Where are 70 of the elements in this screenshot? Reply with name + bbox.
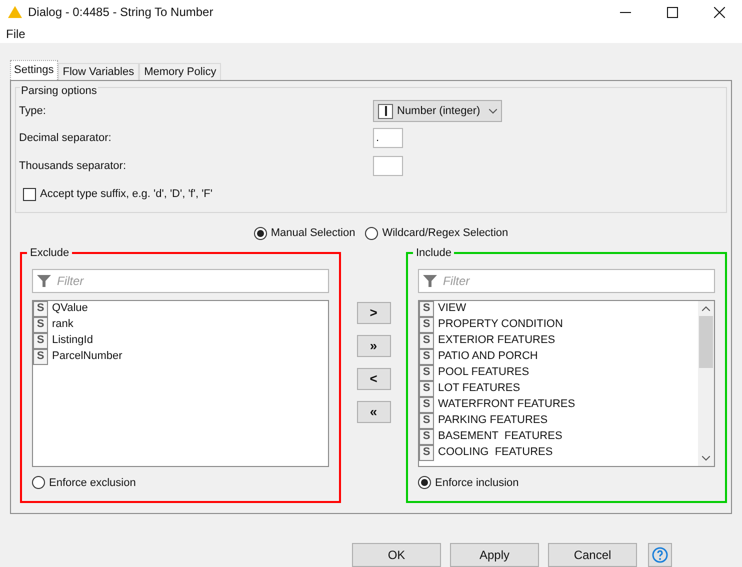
type-icon: S [419, 364, 434, 380]
column-name[interactable]: PARKING FEATURES [438, 412, 548, 429]
tab[interactable]: Flow Variables [58, 63, 140, 80]
column-name[interactable]: PROPERTY CONDITION [438, 316, 563, 333]
column-name[interactable]: LOT FEATURES [438, 380, 520, 397]
column-name[interactable]: QValue [52, 300, 88, 317]
radio-label: Enforce inclusion [435, 476, 519, 490]
warning-triangle-icon [8, 6, 22, 18]
window-title: Dialog - 0:4485 - String To Number [28, 4, 214, 22]
filter-field[interactable]: Filter [418, 268, 715, 292]
dialog-button[interactable]: Apply [450, 543, 539, 567]
chevron-down-icon [489, 108, 497, 114]
radio-button[interactable] [418, 476, 431, 490]
integer-type-icon [378, 104, 393, 118]
type-icon: S [419, 316, 434, 332]
type-icon: S [419, 348, 434, 364]
group-title: Parsing options [20, 83, 98, 100]
checkbox-label: Accept type suffix, e.g. 'd', 'D', 'f', 'F' [40, 187, 212, 202]
filter-field[interactable]: Filter [32, 268, 329, 292]
type-icon: S [419, 332, 434, 348]
help-icon [652, 547, 668, 563]
field-label: Thousands separator: [19, 158, 128, 174]
column-name[interactable]: rank [52, 316, 74, 333]
type-dropdown[interactable]: Number (integer) [373, 100, 502, 122]
column-name[interactable]: ListingId [52, 332, 93, 349]
move-button[interactable]: » [356, 334, 390, 356]
maximize-icon[interactable] [667, 6, 678, 18]
radio-button[interactable] [32, 476, 45, 490]
radio-button[interactable] [254, 226, 267, 240]
tab[interactable]: Memory Policy [139, 63, 222, 80]
move-button[interactable]: « [356, 400, 390, 422]
type-icon: S [419, 380, 434, 396]
move-button[interactable]: > [356, 302, 390, 324]
type-icon: S [419, 396, 434, 412]
type-icon: S [33, 316, 48, 332]
type-icon: S [419, 412, 434, 428]
close-icon[interactable] [714, 6, 725, 18]
move-button[interactable]: < [356, 368, 390, 390]
minimize-icon[interactable] [620, 12, 631, 13]
field-label: Type: [19, 104, 47, 119]
column-name[interactable]: BASEMENT FEATURES [438, 428, 562, 445]
type-icon: S [33, 300, 48, 316]
type-icon: S [419, 444, 434, 460]
scrollbar[interactable] [698, 300, 714, 466]
type-icon: S [419, 428, 434, 444]
filter-icon [423, 274, 437, 288]
filter-icon [37, 274, 51, 288]
field-label: Decimal separator: [19, 130, 112, 146]
radio-button[interactable] [365, 226, 378, 240]
type-icon: S [33, 348, 48, 364]
decimal-separator-field[interactable]: . [373, 128, 403, 148]
tab[interactable]: Settings [10, 60, 58, 80]
help-button[interactable] [648, 543, 672, 567]
column-name[interactable]: ParcelNumber [52, 348, 122, 365]
column-name[interactable]: VIEW [438, 300, 466, 317]
thousands-separator-field[interactable] [373, 156, 403, 176]
dialog-button[interactable]: Cancel [548, 543, 637, 567]
radio-label: Wildcard/Regex Selection [382, 226, 508, 241]
radio-label: Manual Selection [270, 226, 356, 241]
column-name[interactable]: COOLING FEATURES [438, 444, 553, 461]
type-icon: S [33, 332, 48, 348]
column-name[interactable]: EXTERIOR FEATURES [438, 332, 556, 349]
menu-item[interactable]: File [6, 24, 26, 43]
type-icon: S [419, 300, 434, 316]
column-name[interactable]: WATERFRONT FEATURES [438, 396, 576, 413]
dialog-button[interactable]: OK [352, 543, 441, 567]
checkbox[interactable] [23, 188, 36, 201]
column-name[interactable]: POOL FEATURES [438, 364, 530, 381]
column-name[interactable]: PATIO AND PORCH [438, 348, 538, 365]
radio-label: Enforce exclusion [49, 476, 136, 490]
